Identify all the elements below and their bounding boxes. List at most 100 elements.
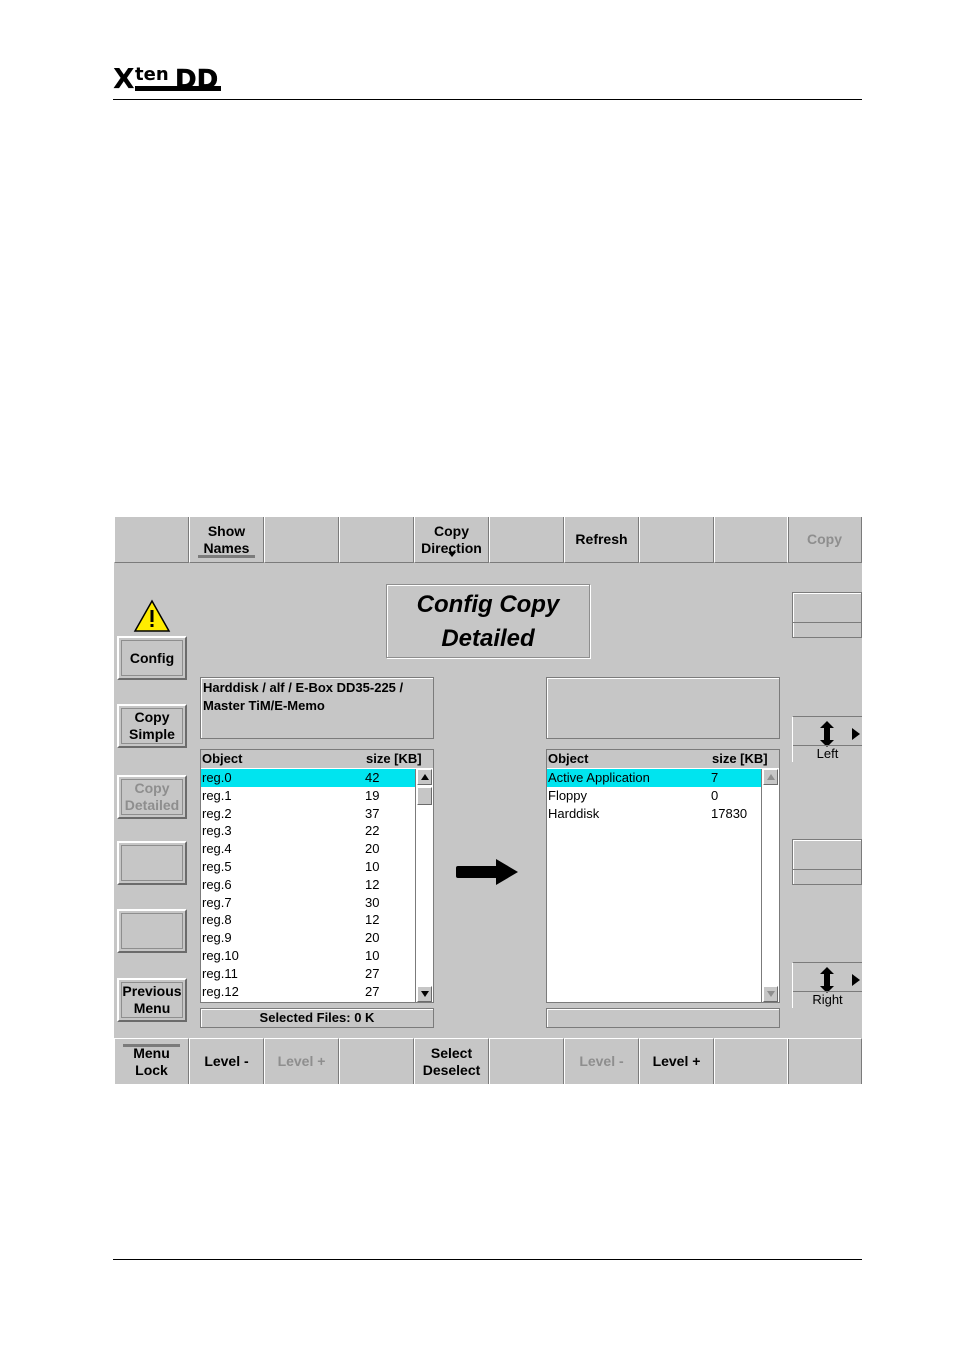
- footer-rule: [113, 1259, 862, 1260]
- key-label: Refresh: [575, 531, 628, 547]
- item-size: 17830: [711, 805, 748, 821]
- bottom-key-10[interactable]: [787, 1038, 862, 1084]
- config-copy-detailed-panel: Show Names Copy Direction Refresh Copy C…: [114, 517, 862, 1084]
- list-item[interactable]: reg.1 19: [201, 787, 415, 805]
- top-key-6[interactable]: [489, 517, 564, 563]
- destination-level-down-button[interactable]: Level -: [564, 1038, 639, 1084]
- scroll-down-arrow-icon[interactable]: [763, 986, 778, 1002]
- scroll-up-arrow-icon[interactable]: [763, 769, 778, 785]
- side-button-4[interactable]: [117, 841, 187, 885]
- right-slot-2[interactable]: [792, 839, 862, 885]
- right-list-selector[interactable]: Right: [792, 962, 862, 1008]
- destination-file-list[interactable]: Object size [KB] Active Application 7 Flop…: [546, 749, 780, 1003]
- list-item[interactable]: reg.7 30: [201, 894, 415, 912]
- item-size: 12: [365, 912, 380, 928]
- list-item[interactable]: reg.3 22: [201, 822, 415, 840]
- item-object: reg.11: [202, 965, 238, 981]
- scroll-down-arrow-icon[interactable]: [417, 986, 432, 1002]
- select-deselect-button[interactable]: Select Deselect: [414, 1038, 489, 1084]
- bottom-key-4[interactable]: [339, 1038, 414, 1084]
- copy-simple-button[interactable]: Copy Simple: [117, 704, 187, 748]
- bottom-softkey-bar: Menu Lock Level - Level + Select Deselec…: [114, 1038, 862, 1084]
- copy-button[interactable]: Copy: [787, 517, 862, 563]
- item-size: 10: [365, 858, 380, 874]
- side-button-5[interactable]: [117, 909, 187, 953]
- source-path-line-2: Master TiM/E-Memo: [203, 698, 325, 713]
- list-item[interactable]: reg.11 27: [201, 965, 415, 983]
- item-object: reg.2: [202, 805, 232, 821]
- config-button[interactable]: Config: [117, 636, 187, 680]
- list-item[interactable]: reg.2 37: [201, 805, 415, 823]
- item-size: 19: [365, 787, 380, 803]
- bottom-key-6[interactable]: [489, 1038, 564, 1084]
- list-item[interactable]: reg.8 12: [201, 911, 415, 929]
- column-object: Object: [548, 751, 589, 766]
- slot-divider: [793, 869, 861, 870]
- source-level-down-button[interactable]: Level -: [189, 1038, 264, 1084]
- copy-detailed-button[interactable]: Copy Detailed: [117, 775, 187, 819]
- item-size: 20: [365, 841, 380, 857]
- list-item[interactable]: reg.12 27: [201, 983, 415, 1001]
- destination-rows: Active Application 7 Floppy 0 Harddisk 17830: [547, 769, 761, 822]
- key-label: Level -: [204, 1053, 249, 1069]
- top-key-8[interactable]: [639, 517, 714, 563]
- up-down-right-arrows-icon: [820, 721, 860, 747]
- left-label: Left: [793, 745, 862, 762]
- list-item[interactable]: reg.9 20: [201, 929, 415, 947]
- xtendd-logo: X ten DD: [113, 62, 221, 95]
- item-size: 30: [365, 894, 380, 910]
- top-key-4[interactable]: [339, 517, 414, 563]
- source-path: Harddisk / alf / E-Box DD35-225 / Master…: [200, 677, 434, 739]
- list-item[interactable]: Harddisk 17830: [547, 805, 761, 823]
- item-size: 20: [365, 930, 380, 946]
- item-object: Harddisk: [548, 805, 600, 821]
- right-slot-1[interactable]: [792, 592, 862, 638]
- top-key-9[interactable]: [714, 517, 789, 563]
- item-object: reg.1: [202, 787, 232, 803]
- list-item[interactable]: reg.0 42: [201, 769, 415, 787]
- source-level-up-button[interactable]: Level +: [264, 1038, 339, 1084]
- list-item[interactable]: reg.5 10: [201, 858, 415, 876]
- destination-level-up-button[interactable]: Level +: [639, 1038, 714, 1084]
- destination-status: [546, 1008, 780, 1028]
- menu-lock-button[interactable]: Menu Lock: [114, 1038, 189, 1084]
- bottom-key-9[interactable]: [714, 1038, 789, 1084]
- warning-icon: [133, 599, 171, 632]
- list-item[interactable]: Active Application 7: [547, 769, 761, 787]
- key-label: Level +: [277, 1053, 326, 1069]
- left-list-selector[interactable]: Left: [792, 716, 862, 762]
- item-object: reg.5: [202, 858, 232, 874]
- list-item[interactable]: Floppy 0: [547, 787, 761, 805]
- item-object: reg.8: [202, 912, 232, 928]
- key-label: Select Deselect: [422, 1044, 481, 1078]
- item-size: 22: [365, 823, 380, 839]
- key-label: Menu Lock: [133, 1044, 170, 1078]
- item-object: reg.10: [202, 947, 239, 963]
- item-object: reg.7: [202, 894, 232, 910]
- svg-text:ten: ten: [135, 64, 169, 85]
- show-names-button[interactable]: Show Names: [189, 517, 264, 563]
- scroll-up-arrow-icon[interactable]: [417, 769, 432, 785]
- list-item[interactable]: reg.6 12: [201, 876, 415, 894]
- title-line-2: Detailed: [441, 625, 535, 652]
- item-object: reg.12: [202, 983, 239, 999]
- list-header: Object size [KB]: [201, 750, 433, 768]
- active-indicator: [198, 555, 255, 558]
- button-frame: [121, 640, 183, 676]
- list-item[interactable]: reg.10 10: [201, 947, 415, 965]
- top-key-1[interactable]: [114, 517, 189, 563]
- previous-menu-button[interactable]: Previous Menu: [117, 978, 187, 1022]
- destination-scrollbar[interactable]: [761, 769, 779, 1002]
- scroll-thumb[interactable]: [417, 787, 432, 805]
- source-file-list[interactable]: Object size [KB] reg.0 42 reg.1 19 reg.2 37 re…: [200, 749, 434, 1003]
- refresh-button[interactable]: Refresh: [564, 517, 639, 563]
- source-scrollbar[interactable]: [415, 769, 433, 1002]
- list-item[interactable]: reg.4 20: [201, 840, 415, 858]
- top-key-3[interactable]: [264, 517, 339, 563]
- right-label: Right: [793, 991, 862, 1008]
- button-frame: [121, 982, 183, 1018]
- column-size: size [KB]: [712, 751, 768, 766]
- active-indicator: [123, 1044, 180, 1047]
- item-size: 42: [365, 770, 380, 785]
- copy-direction-button[interactable]: Copy Direction: [414, 517, 489, 563]
